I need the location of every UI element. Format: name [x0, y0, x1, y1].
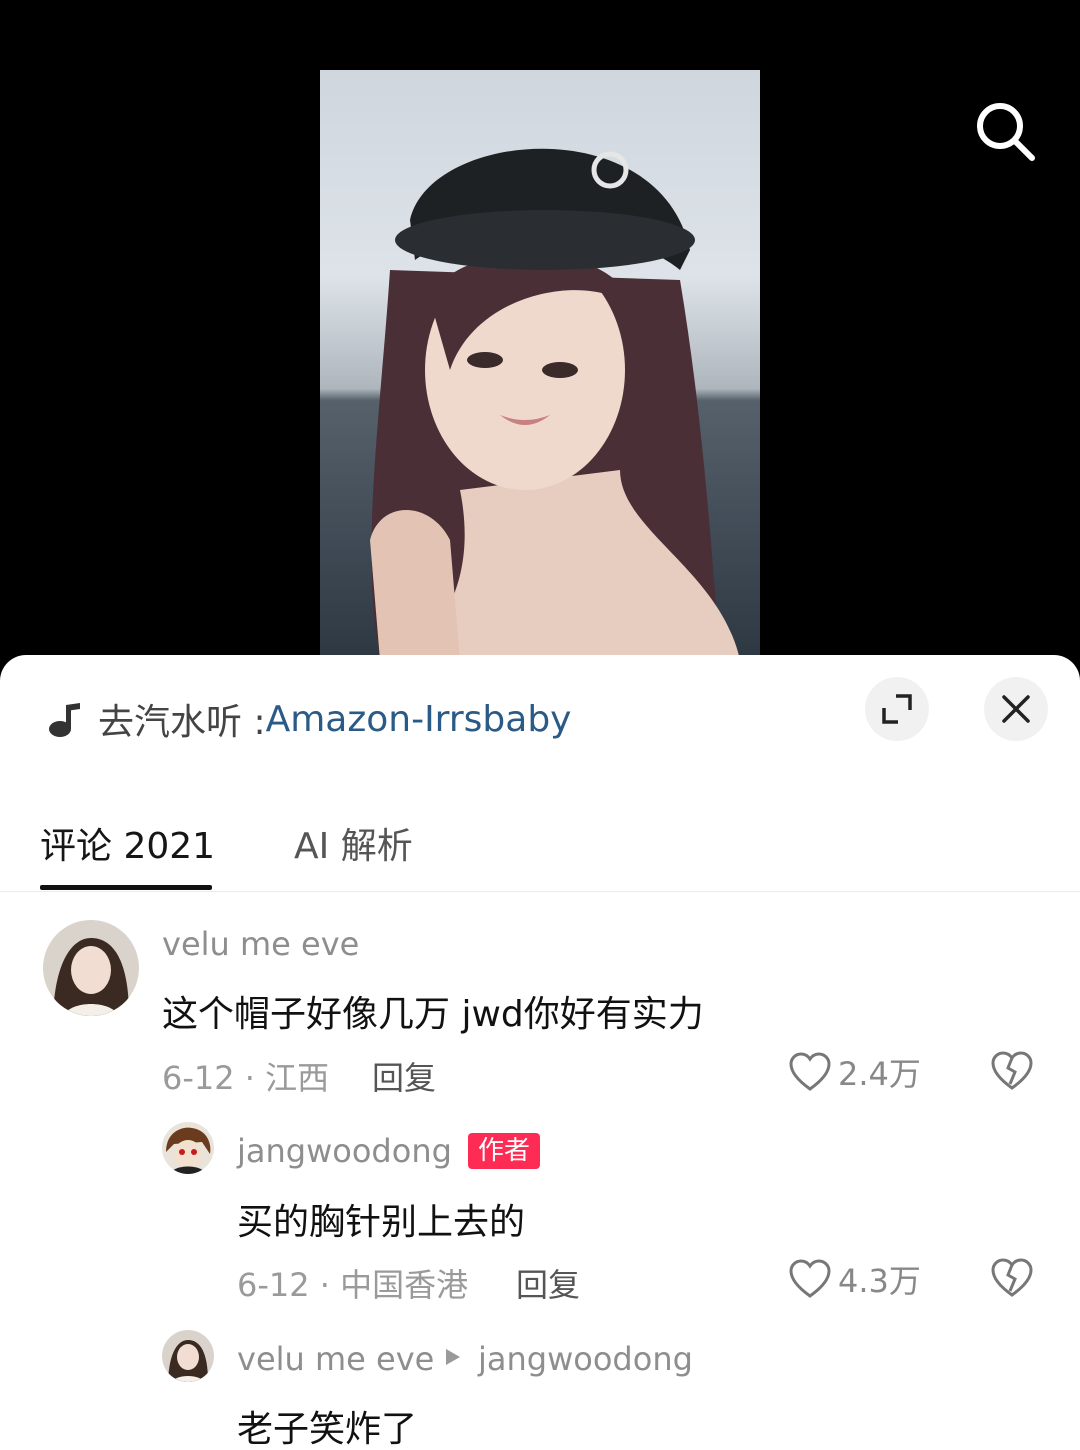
- comment-meta: 6-12 · 中国香港: [237, 1266, 469, 1304]
- comments-sheet: 去汽水听 : Amazon-Irrsbaby 评论 2021 AI 解析 vel…: [0, 655, 1080, 1450]
- comment-text: 老子笑炸了: [237, 1409, 418, 1450]
- music-note-icon: [49, 703, 80, 737]
- expand-icon: [882, 694, 912, 724]
- avatar-image: [162, 1330, 214, 1382]
- broken-heart-icon: [991, 1051, 1033, 1090]
- music-link[interactable]: 去汽水听 : Amazon-Irrsbaby: [44, 695, 571, 743]
- reply-button[interactable]: 回复: [516, 1260, 580, 1306]
- avatar[interactable]: [43, 920, 139, 1016]
- music-prefix: 去汽水听 :: [98, 702, 266, 743]
- comment-username[interactable]: velu me eve: [162, 925, 359, 963]
- video-frame[interactable]: [320, 70, 760, 660]
- dislike-button[interactable]: [990, 1049, 1034, 1093]
- like-count: 4.3万: [838, 1262, 921, 1300]
- avatar-image: [162, 1122, 214, 1174]
- broken-heart-icon: [991, 1258, 1033, 1297]
- reply-button[interactable]: 回复: [372, 1053, 436, 1099]
- active-tab-indicator: [40, 885, 212, 890]
- like-button[interactable]: 4.3万: [788, 1256, 921, 1302]
- dislike-button[interactable]: [990, 1256, 1034, 1300]
- author-badge: 作者: [468, 1133, 541, 1169]
- comment-text: 这个帽子好像几万 jwd你好有实力: [162, 994, 704, 1035]
- video-area[interactable]: [0, 0, 1080, 680]
- like-count: 2.4万: [838, 1055, 921, 1093]
- close-button[interactable]: [984, 677, 1048, 741]
- tab-comments[interactable]: 评论 2021: [40, 817, 215, 869]
- reply-to-username[interactable]: jangwoodong: [478, 1340, 693, 1378]
- search-icon: [977, 103, 1035, 161]
- music-title[interactable]: Amazon-Irrsbaby: [266, 699, 572, 740]
- heart-icon: [789, 1259, 831, 1298]
- comment-username[interactable]: velu me eve: [237, 1340, 434, 1378]
- expand-button[interactable]: [865, 677, 929, 741]
- tab-bar: 评论 2021 AI 解析: [0, 805, 1080, 892]
- avatar-image: [43, 920, 139, 1016]
- comment-username[interactable]: jangwoodong: [237, 1132, 452, 1170]
- reply-arrow-icon: [446, 1349, 460, 1365]
- like-button[interactable]: 2.4万: [788, 1049, 921, 1095]
- search-button[interactable]: [970, 96, 1040, 166]
- comment-meta: 6-12 · 江西: [162, 1059, 330, 1097]
- comment-text: 买的胸针别上去的: [237, 1202, 526, 1243]
- avatar[interactable]: [162, 1330, 214, 1382]
- tab-ai-analysis[interactable]: AI 解析: [294, 817, 413, 869]
- avatar[interactable]: [162, 1122, 214, 1174]
- heart-icon: [789, 1052, 831, 1091]
- photo-illustration: [370, 148, 740, 660]
- close-icon: [1002, 695, 1030, 723]
